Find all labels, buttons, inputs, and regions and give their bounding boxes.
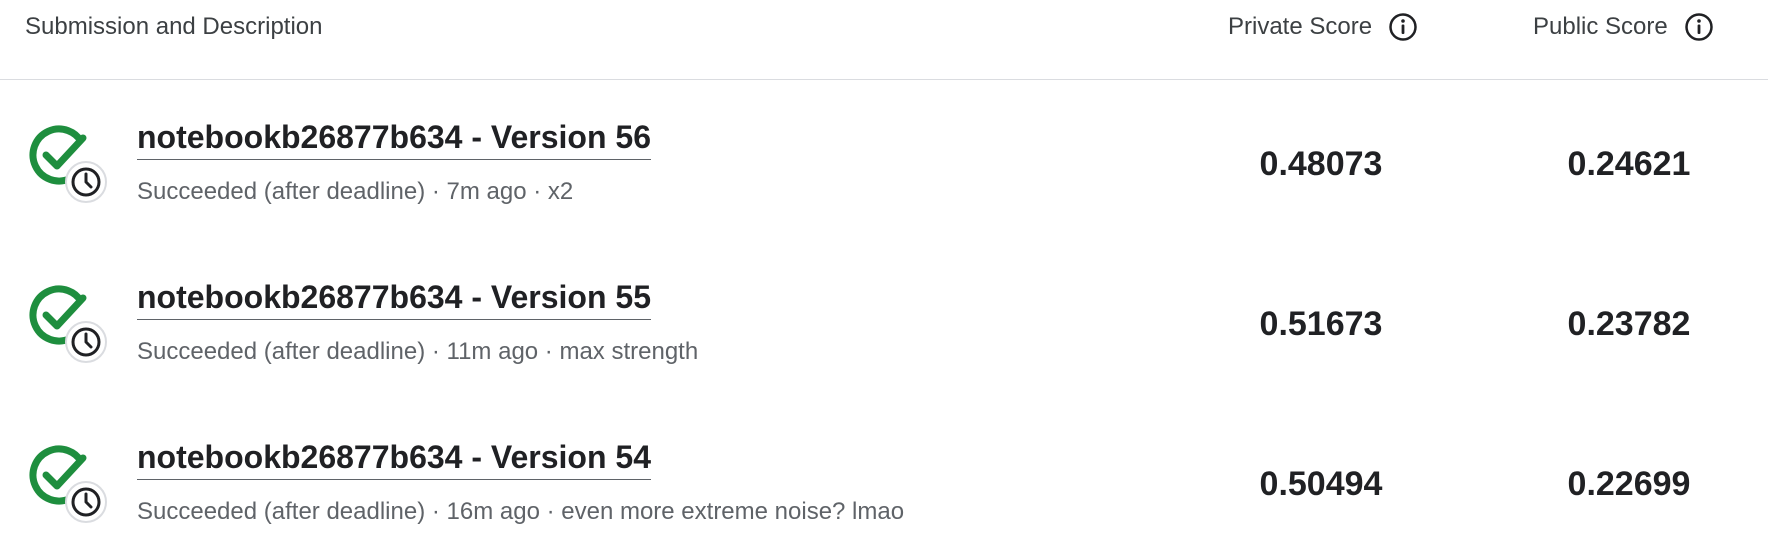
info-icon[interactable] bbox=[1684, 12, 1714, 42]
submission-row: notebookb26877b634 - Version 56 Succeede… bbox=[0, 80, 1768, 240]
info-icon[interactable] bbox=[1388, 12, 1418, 42]
public-score-label: Public Score bbox=[1533, 13, 1668, 40]
succeeded-after-deadline-icon bbox=[29, 445, 107, 523]
submission-title-link[interactable]: notebookb26877b634 - Version 54 bbox=[137, 436, 651, 480]
public-score-value: 0.22699 bbox=[1567, 465, 1691, 503]
submission-title-link[interactable]: notebookb26877b634 - Version 55 bbox=[137, 276, 651, 320]
public-score-column-header: Public Score bbox=[1533, 10, 1714, 44]
succeeded-after-deadline-icon bbox=[29, 125, 107, 203]
submission-description: Succeeded (after deadline) · 7m ago · x2 bbox=[137, 178, 574, 205]
private-score-value: 0.48073 bbox=[1259, 145, 1383, 183]
submission-column-header: Submission and Description bbox=[25, 13, 323, 40]
private-score-label: Private Score bbox=[1228, 13, 1373, 40]
public-score-value: 0.23782 bbox=[1567, 305, 1691, 343]
private-score-value: 0.50494 bbox=[1259, 465, 1383, 503]
private-score-value: 0.51673 bbox=[1259, 305, 1383, 343]
private-score-column-header: Private Score bbox=[1228, 10, 1418, 44]
public-score-value: 0.24621 bbox=[1567, 145, 1691, 183]
submission-description: Succeeded (after deadline) · 16m ago · e… bbox=[137, 498, 905, 525]
submission-description: Succeeded (after deadline) · 11m ago · m… bbox=[137, 338, 699, 365]
submission-row: notebookb26877b634 - Version 54 Succeede… bbox=[0, 400, 1768, 560]
submission-row: notebookb26877b634 - Version 55 Succeede… bbox=[0, 240, 1768, 400]
succeeded-after-deadline-icon bbox=[29, 285, 107, 363]
submission-title-link[interactable]: notebookb26877b634 - Version 56 bbox=[137, 116, 651, 160]
table-header: Submission and Description Private Score… bbox=[0, 0, 1768, 80]
